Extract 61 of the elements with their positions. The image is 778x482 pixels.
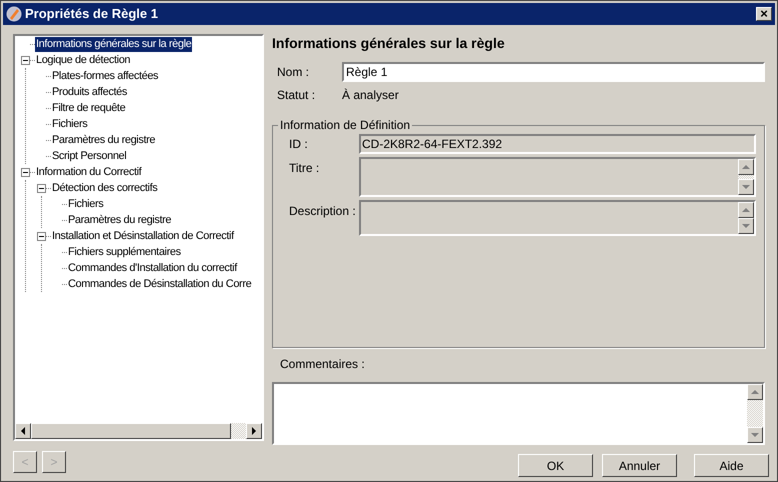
description-field[interactable] [359,200,756,236]
window-title: Propriétés de Règle 1 [25,5,159,24]
field-label: Description : [288,203,357,220]
app-icon [6,6,22,22]
tree-item[interactable]: Fichiers [67,196,104,212]
collapse-icon[interactable] [21,168,30,176]
scroll-left-button[interactable] [15,423,31,439]
scroll-thumb[interactable] [31,423,231,439]
tree-item[interactable]: Script Personnel [51,148,128,164]
id-field[interactable]: CD-2K8R2-64-FEXT2.392 [359,134,756,154]
scroll-down-button[interactable] [747,427,763,443]
field-label: Nom : [277,64,310,81]
vertical-scrollbar[interactable] [747,384,763,443]
scroll-down-button[interactable] [738,218,754,234]
scroll-up-button[interactable] [747,384,763,400]
collapse-icon[interactable] [37,184,46,192]
name-field[interactable]: Règle 1 [342,62,765,82]
tree-item[interactable]: Fichiers supplémentaires [67,244,182,260]
up-arrow-icon [742,163,750,171]
close-button[interactable]: × [756,7,772,21]
tree-item[interactable]: Installation et Désinstallation de Correctif [51,228,235,244]
tree-item[interactable]: Logique de détection [35,52,132,68]
tree-item[interactable]: Paramètres du registre [51,132,156,148]
tree-item[interactable]: Commandes de Désinstallation du Corre [67,276,252,292]
scroll-up-button[interactable] [738,159,754,175]
scroll-up-button[interactable] [738,202,754,218]
status-value: À analyser [342,87,399,104]
up-arrow-icon [751,388,759,396]
section-heading: Informations générales sur la règle [272,34,506,53]
tree-item[interactable]: Détection des correctifs [51,180,158,196]
tree-item[interactable]: Commandes d'Installation du correctif [67,260,238,276]
field-label: Titre : [288,160,320,177]
up-arrow-icon [742,206,750,214]
vertical-scrollbar[interactable] [738,202,754,234]
tree-item[interactable]: Fichiers [51,116,88,132]
dialog-button[interactable]: Annuler [602,454,677,477]
tree-item[interactable]: Produits affectés [51,84,128,100]
dialog-button[interactable]: Aide [694,454,769,477]
tree-item[interactable]: Informations générales sur la règle [35,36,192,52]
left-arrow-icon [19,427,27,435]
title-field[interactable] [359,157,756,197]
vertical-scrollbar[interactable] [738,159,754,195]
dialog-button[interactable]: OK [518,454,593,477]
down-arrow-icon [742,183,750,191]
collapse-icon[interactable] [37,232,46,240]
scroll-right-button[interactable] [246,423,262,439]
scroll-down-button[interactable] [738,179,754,195]
group-legend: Information de Définition [278,116,412,134]
right-arrow-icon [250,427,258,435]
field-label: ID : [288,136,309,153]
field-label: Commentaires : [280,356,366,373]
tree-item[interactable]: Filtre de requête [51,100,126,116]
collapse-icon[interactable] [21,56,30,64]
tree-item[interactable]: Plates-formes affectées [51,68,160,84]
comments-field[interactable] [272,382,765,445]
horizontal-scrollbar[interactable] [15,423,262,439]
tree-item[interactable]: Paramètres du registre [67,212,172,228]
down-arrow-icon [742,222,750,230]
tree-item[interactable]: Information du Correctif [35,164,142,180]
field-label: Statut : [277,87,316,104]
down-arrow-icon [751,431,759,439]
